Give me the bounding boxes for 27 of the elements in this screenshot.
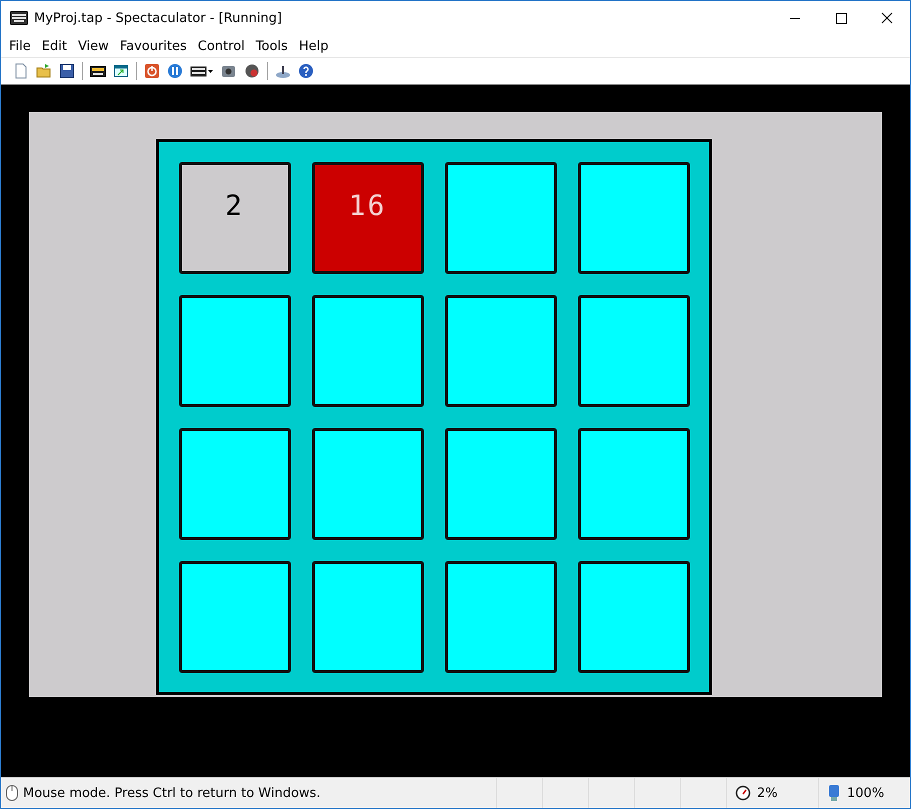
- menu-item[interactable]: Tools: [250, 38, 294, 54]
- joystick-icon[interactable]: [275, 63, 291, 79]
- cassette-icon[interactable]: [90, 63, 106, 79]
- document-icon[interactable]: [13, 63, 29, 79]
- window-icon[interactable]: [113, 63, 129, 79]
- mouse-icon: [5, 784, 19, 802]
- help-icon[interactable]: [298, 63, 314, 79]
- camera-icon[interactable]: [221, 63, 237, 79]
- menu-item[interactable]: Favourites: [114, 38, 193, 54]
- tile-number: 2: [225, 189, 244, 222]
- menu-item[interactable]: Help: [294, 38, 334, 54]
- menu-item[interactable]: Control: [192, 38, 251, 54]
- menu-item[interactable]: View: [72, 38, 115, 54]
- keyboard-icon: [10, 11, 28, 25]
- gauge-icon: [735, 785, 751, 801]
- menu-item[interactable]: Edit: [36, 38, 73, 54]
- menu-item[interactable]: File: [4, 38, 37, 54]
- tile-number: 16: [348, 189, 386, 222]
- window-title: MyProj.tap - Spectaculator - [Running]: [34, 10, 282, 26]
- folder-icon[interactable]: [36, 63, 52, 79]
- zoom-reading: 100%: [847, 786, 884, 800]
- pause-icon[interactable]: [167, 63, 183, 79]
- disc-icon[interactable]: [244, 63, 260, 79]
- speed-reading: 2%: [757, 786, 778, 800]
- status-message: Mouse mode. Press Ctrl to return to Windows.: [23, 786, 322, 800]
- power-icon[interactable]: [144, 63, 160, 79]
- floppy-icon[interactable]: [59, 63, 75, 79]
